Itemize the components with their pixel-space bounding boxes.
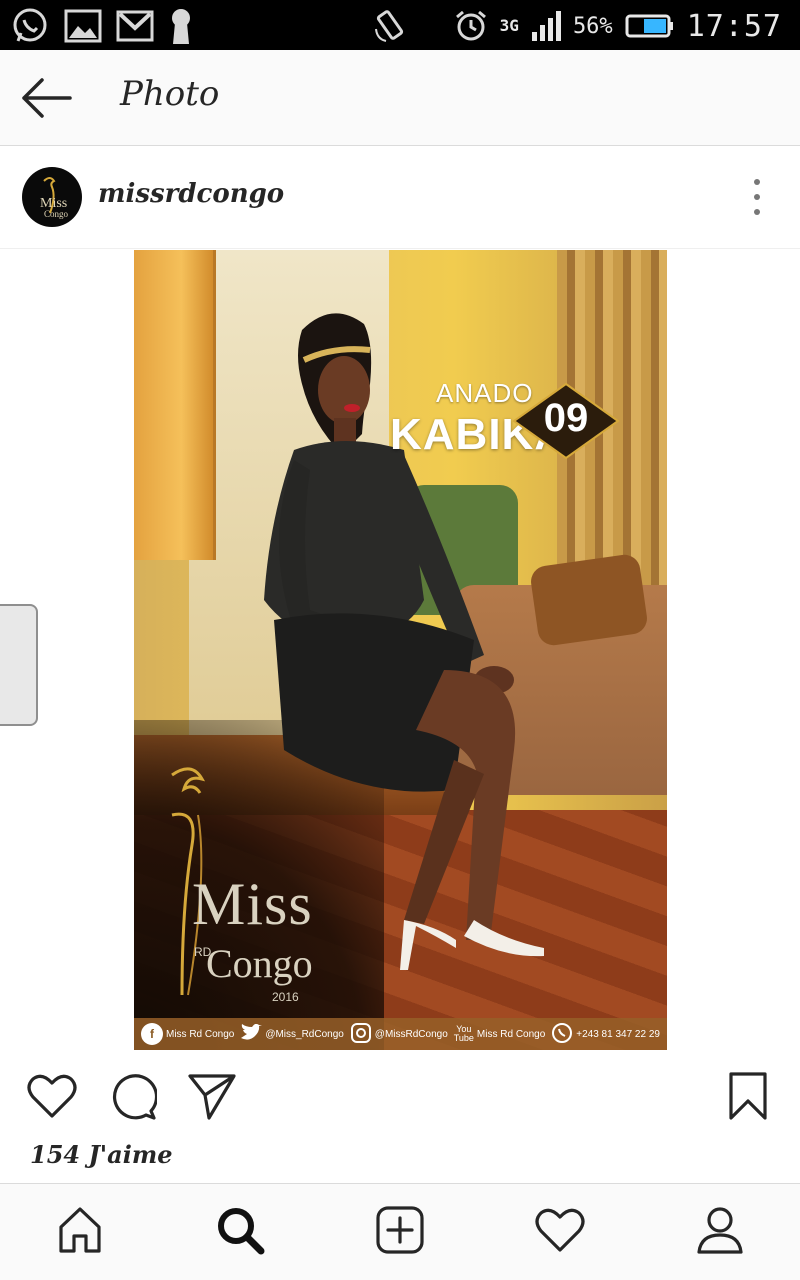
post-photo[interactable]: ANADO KABIKA 09 Miss RD Congo 2016 f Mis… xyxy=(134,250,667,1050)
app-bar: Photo xyxy=(0,50,800,146)
comment-icon xyxy=(107,1071,159,1125)
like-button[interactable] xyxy=(26,1072,78,1124)
battery-percent: 56% xyxy=(572,13,613,39)
miss-rd-congo-logo-icon: Miss Congo xyxy=(40,177,69,219)
logo-miss-text: Miss xyxy=(192,871,313,937)
bottom-nav xyxy=(0,1183,800,1280)
keyhole-icon xyxy=(168,7,194,45)
share-button[interactable] xyxy=(186,1072,238,1124)
home-icon xyxy=(55,1205,105,1259)
signal-icon xyxy=(531,10,561,42)
bookmark-button[interactable] xyxy=(722,1072,774,1124)
search-icon xyxy=(215,1205,265,1259)
image-icon xyxy=(64,8,102,44)
back-button[interactable] xyxy=(20,76,74,120)
more-vertical-icon xyxy=(754,179,760,185)
photo-door xyxy=(134,250,216,560)
avatar[interactable]: Miss Congo xyxy=(22,167,82,227)
footer-whatsapp: +243 81 347 22 29 xyxy=(551,1022,660,1047)
alarm-icon xyxy=(454,9,488,43)
rotate-icon xyxy=(374,9,408,43)
nav-home[interactable] xyxy=(52,1204,108,1260)
network-type: 3G xyxy=(499,16,519,35)
more-options-button[interactable] xyxy=(750,179,764,215)
post-header: Miss Congo missrdcongo xyxy=(0,147,800,249)
nav-activity[interactable] xyxy=(532,1204,588,1260)
footer-facebook-label: Miss Rd Congo xyxy=(165,1028,235,1040)
battery-icon xyxy=(625,13,675,39)
arrow-left-icon xyxy=(20,78,74,124)
whatsapp-footer-icon xyxy=(551,1022,573,1047)
instagram-icon xyxy=(350,1022,372,1047)
footer-whatsapp-label: +243 81 347 22 29 xyxy=(576,1028,660,1040)
post-actions xyxy=(0,1060,800,1132)
more-vertical-icon xyxy=(754,209,760,215)
footer-youtube: You Tube Miss Rd Congo xyxy=(454,1025,546,1043)
status-bar-left xyxy=(10,6,194,46)
footer-instagram-label: @MissRdCongo xyxy=(374,1028,448,1040)
footer-twitter: @Miss_RdCongo xyxy=(240,1023,344,1045)
comment-button[interactable] xyxy=(106,1071,159,1125)
logo-year-text: 2016 xyxy=(272,990,299,1004)
youtube-icon-label-tube: Tube xyxy=(453,1033,474,1043)
add-icon xyxy=(375,1205,425,1259)
gmail-icon xyxy=(116,10,154,42)
footer-instagram: @MissRdCongo xyxy=(350,1022,448,1047)
youtube-icon: You Tube xyxy=(454,1025,474,1043)
nav-search[interactable] xyxy=(212,1204,268,1260)
page-title: Photo xyxy=(120,74,220,114)
bookmark-icon xyxy=(728,1071,768,1125)
share-icon xyxy=(187,1071,237,1125)
post-username[interactable]: missrdcongo xyxy=(98,179,284,209)
clock: 17:57 xyxy=(686,8,782,44)
heart-icon xyxy=(27,1073,77,1123)
more-vertical-icon xyxy=(754,194,760,200)
contestant-number: 09 xyxy=(543,396,589,440)
profile-icon xyxy=(695,1205,745,1259)
status-bar: 3G 56% 17:57 xyxy=(0,0,800,50)
status-bar-right: 3G 56% 17:57 xyxy=(374,6,782,46)
activity-icon xyxy=(535,1207,585,1257)
likes-count[interactable]: 154 J'aime xyxy=(30,1140,173,1169)
whatsapp-icon xyxy=(10,6,50,46)
footer-twitter-label: @Miss_RdCongo xyxy=(265,1028,344,1040)
footer-facebook: f Miss Rd Congo xyxy=(140,1023,235,1045)
footer-youtube-label: Miss Rd Congo xyxy=(476,1028,546,1040)
edge-panel-handle[interactable] xyxy=(0,604,38,726)
photo-footer: f Miss Rd Congo @Miss_RdCongo @MissRdCon… xyxy=(134,1018,667,1050)
facebook-icon: f xyxy=(140,1023,163,1045)
twitter-icon xyxy=(240,1023,263,1045)
nav-profile[interactable] xyxy=(692,1204,748,1260)
svg-text:Congo: Congo xyxy=(44,209,69,219)
nav-add[interactable] xyxy=(372,1204,428,1260)
logo-congo-text: Congo xyxy=(206,941,313,986)
